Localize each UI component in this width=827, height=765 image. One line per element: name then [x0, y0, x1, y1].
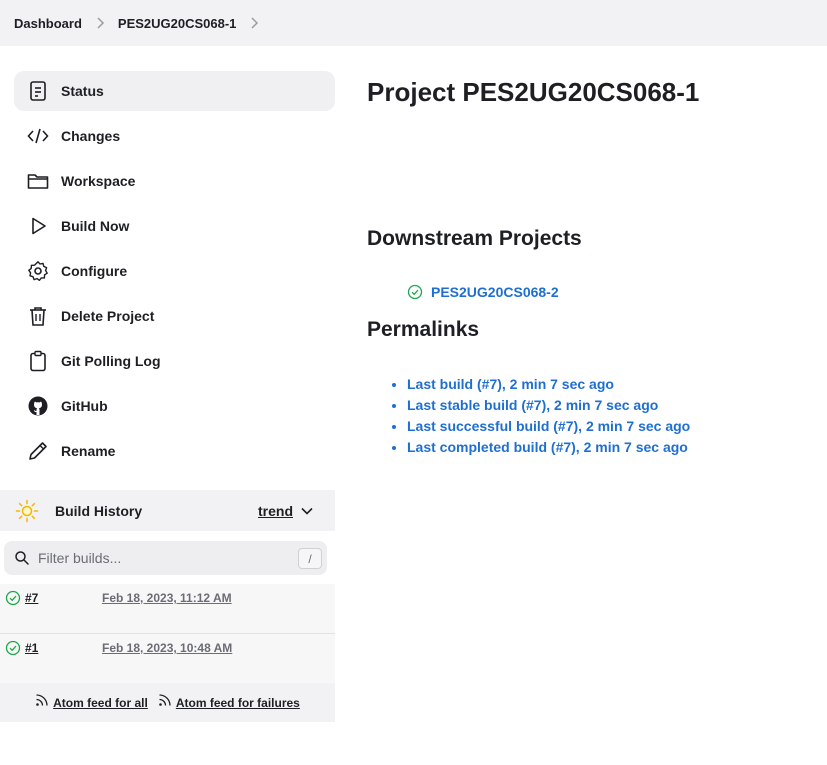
sidebar-item-label: Changes — [61, 128, 121, 144]
filter-builds-input[interactable] — [38, 550, 288, 566]
atom-feeds: Atom feed for all Atom feed for failures — [0, 683, 335, 722]
clipboard-icon — [27, 350, 49, 372]
pencil-icon — [27, 440, 49, 462]
list-item: Last build (#7), 2 min 7 sec ago — [407, 374, 690, 395]
atom-feed-all-label: Atom feed for all — [53, 695, 148, 710]
downstream-project-link[interactable]: PES2UG20CS068-2 — [431, 284, 559, 300]
permalinks-heading: Permalinks — [367, 318, 480, 341]
sun-icon — [15, 499, 39, 522]
build-history-title: Build History — [55, 502, 143, 519]
code-icon — [27, 125, 49, 147]
trend-link[interactable]: trend — [258, 503, 293, 519]
success-icon — [407, 284, 423, 300]
sidebar-item-build-now[interactable]: Build Now — [14, 206, 335, 246]
sidebar-item-label: Configure — [61, 263, 128, 279]
sidebar-item-status[interactable]: Status — [14, 71, 335, 111]
chevron-right-icon[interactable] — [236, 17, 272, 29]
breadcrumb: Dashboard PES2UG20CS068-1 — [0, 0, 827, 46]
chevron-right-icon[interactable] — [82, 17, 118, 29]
sidebar-item-label: Status — [61, 83, 104, 99]
build-number-link[interactable]: #1 — [25, 641, 38, 655]
trash-icon — [27, 305, 49, 327]
search-icon — [15, 551, 29, 565]
folder-icon — [27, 170, 49, 192]
build-row: #7 Feb 18, 2023, 11:12 AM — [0, 584, 335, 634]
sidebar-item-configure[interactable]: Configure — [14, 251, 335, 291]
sidebar-item-label: Delete Project — [61, 308, 155, 324]
permalinks-list: Last build (#7), 2 min 7 sec ago Last st… — [407, 374, 690, 458]
sidebar-item-changes[interactable]: Changes — [14, 116, 335, 156]
atom-feed-failures-label: Atom feed for failures — [175, 695, 300, 710]
chevron-down-icon[interactable] — [300, 504, 314, 518]
filter-builds: / — [4, 541, 327, 575]
sidebar-item-github[interactable]: GitHub — [14, 386, 335, 426]
play-icon — [27, 215, 49, 237]
build-row: #1 Feb 18, 2023, 10:48 AM — [0, 634, 335, 684]
sidebar-item-label: Workspace — [61, 173, 136, 189]
keyboard-shortcut-hint: / — [298, 548, 322, 569]
sidebar-item-rename[interactable]: Rename — [14, 431, 335, 471]
page-title: Project PES2UG20CS068-1 — [367, 77, 700, 107]
breadcrumb-project[interactable]: PES2UG20CS068-1 — [118, 16, 237, 31]
success-icon — [5, 590, 21, 606]
sidebar-item-label: Rename — [61, 443, 116, 459]
rss-icon — [159, 693, 171, 706]
sidebar-item-label: GitHub — [61, 398, 108, 414]
downstream-projects-heading: Downstream Projects — [367, 227, 582, 250]
sidebar-item-label: Build Now — [61, 218, 130, 234]
sidebar-item-git-polling-log[interactable]: Git Polling Log — [14, 341, 335, 381]
success-icon — [5, 640, 21, 656]
list-item: Last completed build (#7), 2 min 7 sec a… — [407, 437, 690, 458]
build-number-link[interactable]: #7 — [25, 591, 38, 605]
sidebar-item-delete-project[interactable]: Delete Project — [14, 296, 335, 336]
list-item: Last successful build (#7), 2 min 7 sec … — [407, 416, 690, 437]
permalink-last-stable-build[interactable]: Last stable build (#7), 2 min 7 sec ago — [407, 397, 658, 413]
sidebar-item-workspace[interactable]: Workspace — [14, 161, 335, 201]
rss-icon — [36, 693, 48, 706]
gear-icon — [27, 260, 49, 282]
document-icon — [27, 80, 49, 102]
list-item: Last stable build (#7), 2 min 7 sec ago — [407, 395, 690, 416]
sidebar-item-label: Git Polling Log — [61, 353, 161, 369]
permalink-last-build[interactable]: Last build (#7), 2 min 7 sec ago — [407, 376, 614, 392]
build-date-link[interactable]: Feb 18, 2023, 11:12 AM — [102, 591, 232, 605]
github-icon — [27, 395, 49, 417]
permalink-last-successful-build[interactable]: Last successful build (#7), 2 min 7 sec … — [407, 418, 690, 434]
permalink-last-completed-build[interactable]: Last completed build (#7), 2 min 7 sec a… — [407, 439, 688, 455]
atom-feed-all-link[interactable]: Atom feed for all — [35, 693, 148, 710]
downstream-project-item: PES2UG20CS068-2 — [407, 284, 559, 300]
breadcrumb-dashboard[interactable]: Dashboard — [14, 16, 82, 31]
atom-feed-failures-link[interactable]: Atom feed for failures — [158, 693, 300, 710]
build-history-header: Build History trend — [0, 490, 335, 531]
build-date-link[interactable]: Feb 18, 2023, 10:48 AM — [102, 641, 232, 655]
